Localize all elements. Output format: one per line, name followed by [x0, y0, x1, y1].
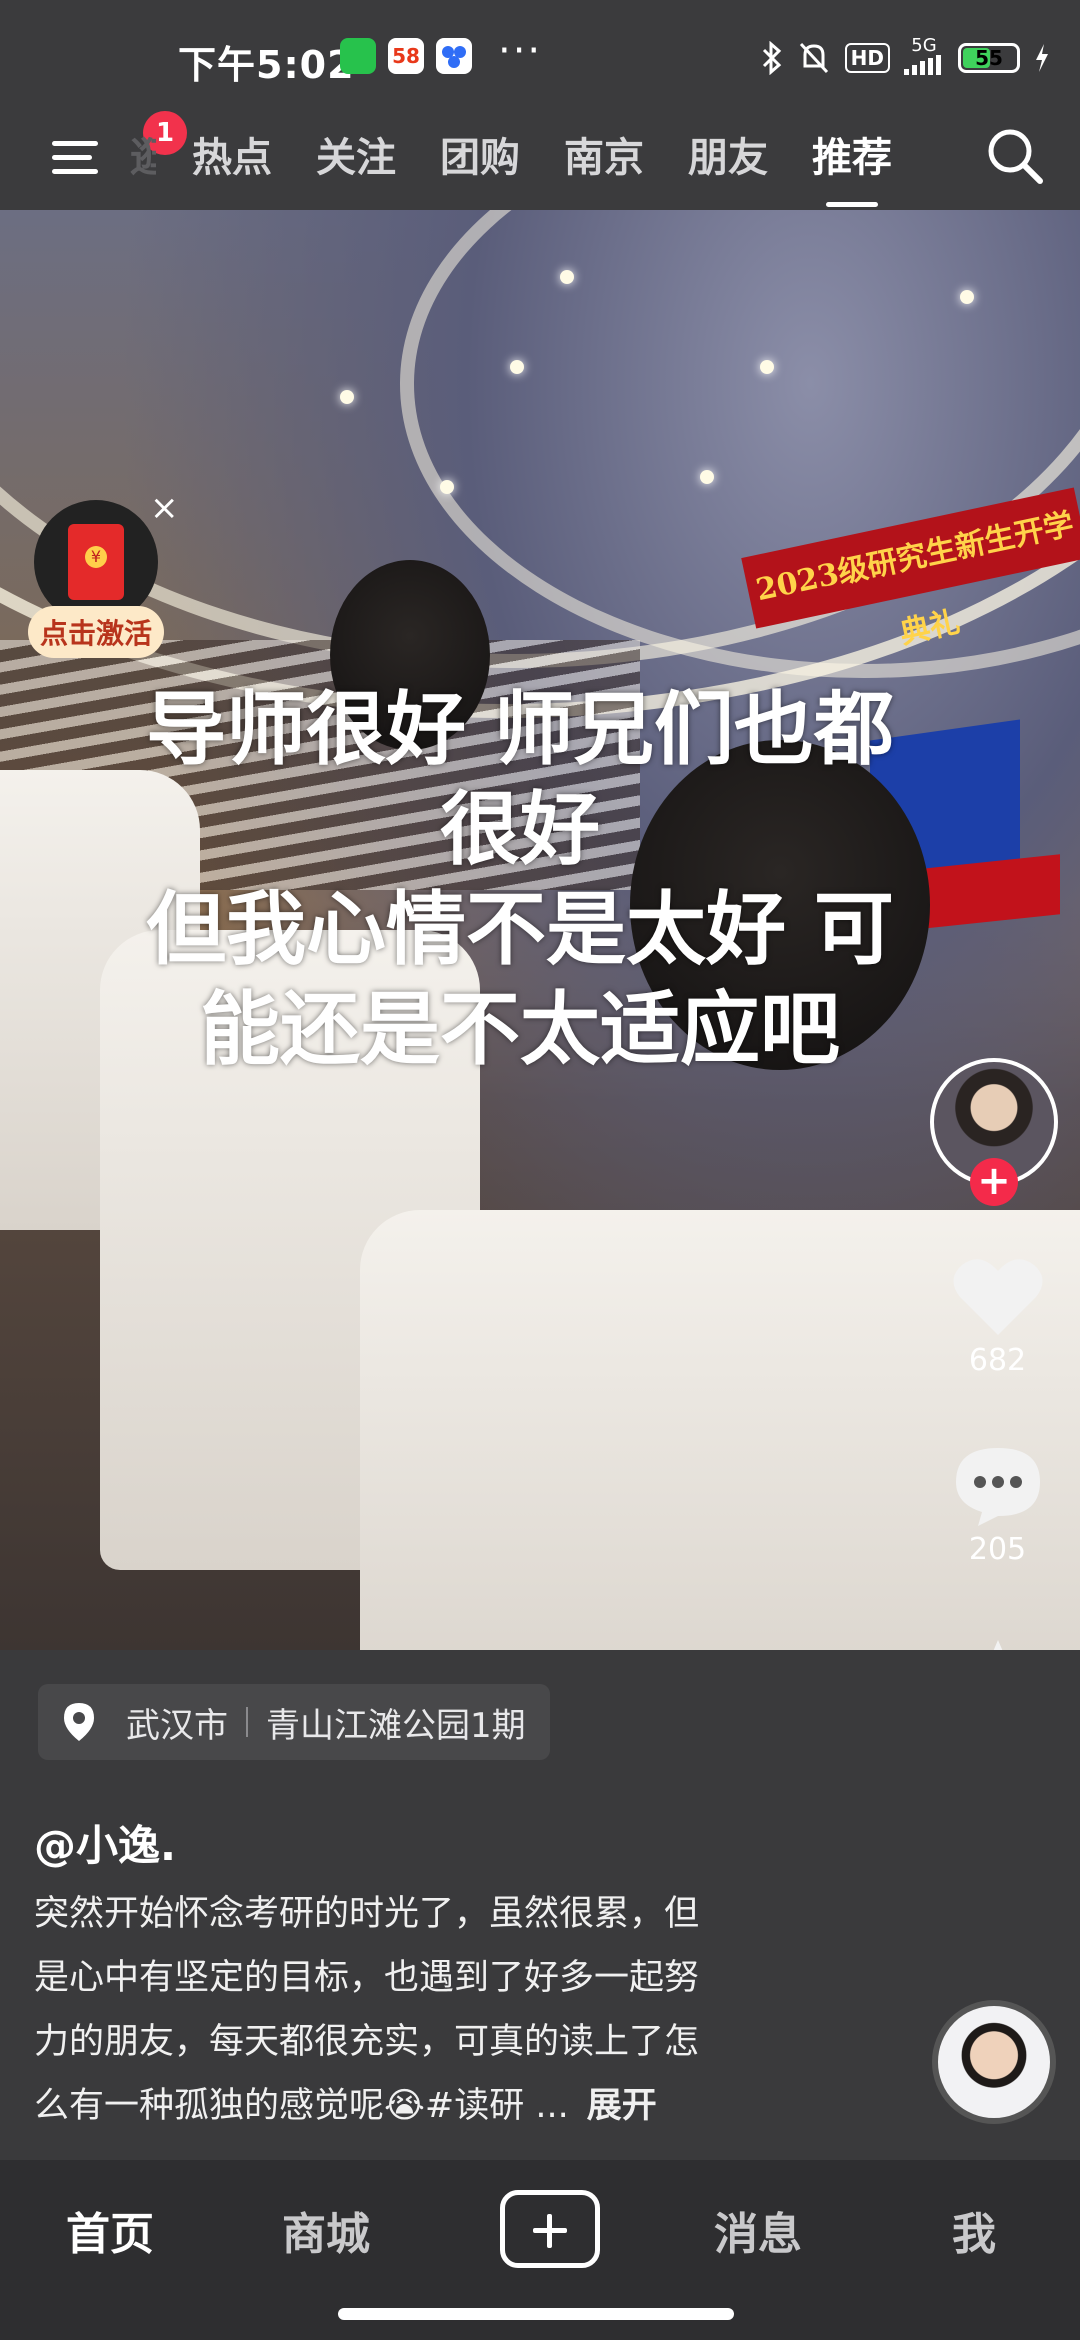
- ceiling-light: [510, 360, 524, 374]
- tab-nanjing[interactable]: 南京: [556, 123, 652, 193]
- expand-button[interactable]: 展开: [587, 2086, 657, 2126]
- follow-button[interactable]: +: [970, 1158, 1018, 1206]
- home-indicator[interactable]: [338, 2308, 734, 2320]
- caption-line: 很好: [440, 783, 600, 876]
- hd-voice-icon: HD: [844, 43, 890, 73]
- red-envelope-icon: [68, 524, 124, 600]
- description-panel: 武汉市 青山江滩公园1期 @小逸. 突然开始怀念考研的时光了，虽然很累，但 是心…: [0, 1650, 1080, 2160]
- red-packet-widget[interactable]: 点击激活: [28, 500, 164, 658]
- network-type: 5G: [904, 37, 944, 79]
- description-line: 力的朋友，每天都很充实，可真的读上了怎: [34, 2022, 700, 2062]
- post-description: 突然开始怀念考研的时光了，虽然很累，但 是心中有坚定的目标，也遇到了好多一起努 …: [34, 1882, 834, 2138]
- close-widget-icon[interactable]: ×: [150, 488, 179, 528]
- description-line: 是心中有坚定的目标，也遇到了好多一起努: [34, 1958, 700, 1998]
- tab-hot[interactable]: 热点: [184, 123, 280, 193]
- app-58-notification-icon: 58: [388, 38, 424, 74]
- comment-count: 205: [968, 1532, 1027, 1567]
- video-player[interactable]: 2023级研究生新生开学典礼 点击激活 × 导师很好 师兄们也都 很好 但我心情…: [0, 210, 1080, 1650]
- author-name[interactable]: @小逸.: [34, 1812, 176, 1873]
- more-notifications-icon: ···: [498, 28, 543, 74]
- location-divider: [246, 1707, 248, 1737]
- like-action[interactable]: 682: [940, 1255, 1055, 1378]
- system-icons: HD 5G 55: [761, 36, 1050, 80]
- tab-shop[interactable]: 逛: [130, 123, 156, 193]
- comment-icon[interactable]: [952, 1444, 1044, 1528]
- battery-icon: 55: [958, 43, 1020, 73]
- activate-label[interactable]: 点击激活: [28, 606, 164, 658]
- ceiling-light: [960, 290, 974, 304]
- ceiling-light: [340, 390, 354, 404]
- tab-group-buy[interactable]: 团购: [432, 123, 528, 193]
- video-caption: 导师很好 师兄们也都 很好 但我心情不是太好 可 能还是不太适应吧: [60, 680, 980, 1080]
- ceiling-light: [700, 470, 714, 484]
- description-line: 么有一种孤独的感觉呢😭#读研 ...: [34, 2086, 569, 2126]
- menu-button[interactable]: 1: [48, 111, 187, 187]
- status-bar: 下午5:02 58 ··· HD 5G 55: [0, 0, 1080, 115]
- bluetooth-icon: [762, 41, 781, 75]
- location-pin-icon: [64, 1703, 94, 1741]
- baidu-notification-icon: [436, 38, 472, 74]
- signal-icon: [904, 55, 941, 75]
- location-tag[interactable]: 武汉市 青山江滩公园1期: [38, 1684, 550, 1760]
- create-post-button[interactable]: [500, 2190, 600, 2268]
- location-place: 青山江滩公园1期: [266, 1705, 526, 1746]
- search-icon[interactable]: [980, 121, 1050, 191]
- music-disc-avatar[interactable]: [932, 2000, 1056, 2124]
- like-count: 682: [968, 1343, 1027, 1378]
- tab-recommend[interactable]: 推荐: [804, 123, 900, 207]
- ceiling-light: [440, 480, 454, 494]
- ceiling-light: [760, 360, 774, 374]
- tab-friends[interactable]: 朋友: [680, 123, 776, 193]
- nav-me[interactable]: 我: [952, 2198, 996, 2262]
- caption-line: 能还是不太适应吧: [200, 983, 840, 1076]
- nav-mall[interactable]: 商城: [282, 2198, 370, 2262]
- nav-tabs: 逛 热点 关注 团购 南京 朋友 推荐: [130, 123, 900, 207]
- mute-bell-icon: [799, 42, 828, 74]
- comment-action[interactable]: 205: [940, 1444, 1055, 1567]
- nav-messages[interactable]: 消息: [714, 2198, 802, 2262]
- tab-follow[interactable]: 关注: [308, 123, 404, 193]
- caption-line: 导师很好 师兄们也都: [146, 683, 894, 776]
- description-line: 突然开始怀念考研的时光了，虽然很累，但: [34, 1894, 700, 1934]
- ceiling-light: [560, 270, 574, 284]
- description-last-line: 么有一种孤独的感觉呢😭#读研 ... 展开: [34, 2074, 834, 2138]
- location-city: 武汉市: [126, 1705, 228, 1746]
- wechat-notification-icon: [340, 38, 376, 74]
- nav-home[interactable]: 首页: [66, 2198, 154, 2262]
- top-nav: 1 逛 热点 关注 团购 南京 朋友 推荐: [0, 111, 1080, 210]
- heart-icon[interactable]: [952, 1255, 1044, 1339]
- charging-icon: [1036, 44, 1048, 72]
- status-time: 下午5:02: [178, 43, 355, 87]
- caption-line: 但我心情不是太好 可: [146, 883, 894, 976]
